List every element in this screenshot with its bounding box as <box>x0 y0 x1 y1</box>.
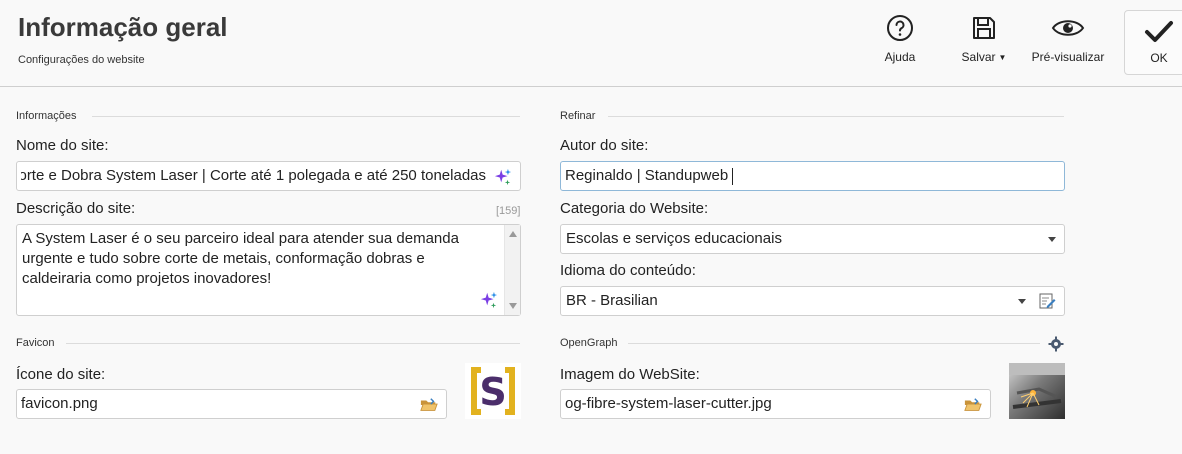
site-author-value: Reginaldo | Standupweb <box>565 167 729 184</box>
section-divider <box>66 343 520 344</box>
floppy-disk-icon <box>973 17 995 39</box>
site-author-label: Autor do site: <box>560 137 649 154</box>
gear-icon[interactable] <box>1048 336 1064 352</box>
content-language-label: Idioma do conteúdo: <box>560 262 696 279</box>
section-divider <box>608 116 1064 117</box>
site-author-input[interactable]: Reginaldo | Standupweb <box>560 161 1065 191</box>
help-button[interactable]: Ajuda <box>875 14 925 74</box>
textarea-scrollbar[interactable] <box>504 225 520 315</box>
open-folder-icon[interactable] <box>420 396 438 414</box>
website-category-label: Categoria do Website: <box>560 200 709 217</box>
site-description-textarea[interactable]: A System Laser é o seu parceiro ideal pa… <box>16 224 521 316</box>
ok-button[interactable]: OK <box>1124 10 1182 75</box>
character-counter: [159] <box>496 205 521 217</box>
page-subtitle: Configurações do website <box>18 54 145 66</box>
site-name-input[interactable]: Corte e Dobra System Laser | Corte até 1… <box>16 161 521 191</box>
text-cursor <box>732 167 734 185</box>
site-name-value: Corte e Dobra System Laser | Corte até 1… <box>21 167 486 184</box>
sparkles-icon[interactable] <box>494 168 512 186</box>
website-image-input[interactable]: og-fibre-system-laser-cutter.jpg <box>560 389 991 419</box>
save-button[interactable]: Salvar ▼ <box>956 14 1012 74</box>
website-image-value: og-fibre-system-laser-cutter.jpg <box>565 395 772 412</box>
site-icon-value: favicon.png <box>21 395 98 412</box>
content-language-select[interactable]: BR - Brasilian <box>560 286 1065 316</box>
edit-document-icon[interactable] <box>1038 292 1056 310</box>
site-description-value: A System Laser é o seu parceiro ideal pa… <box>22 230 459 287</box>
website-category-value: Escolas e serviços educacionais <box>566 230 782 247</box>
chevron-down-icon[interactable] <box>1048 237 1056 242</box>
save-label: Salvar <box>961 50 996 64</box>
scroll-up-icon[interactable] <box>509 231 517 237</box>
sparkles-icon[interactable] <box>480 291 498 309</box>
open-folder-icon[interactable] <box>964 396 982 414</box>
section-divider <box>92 116 520 117</box>
eye-icon <box>1051 20 1085 36</box>
preview-button[interactable]: Pré-visualizar <box>1028 14 1108 74</box>
page-title: Informação geral <box>18 12 228 42</box>
section-favicon: Favicon <box>16 337 55 349</box>
favicon-preview: S <box>465 363 521 419</box>
section-opengraph: OpenGraph <box>560 337 618 349</box>
help-circle-icon <box>887 15 913 41</box>
section-refinar: Refinar <box>560 110 596 122</box>
opengraph-image-preview <box>1009 363 1065 419</box>
page-header: Informação geral Configurações do websit… <box>0 0 1182 87</box>
section-informacoes: Informações <box>16 110 77 122</box>
site-description-label: Descrição do site: <box>16 200 136 217</box>
settings-page: Informação geral Configurações do websit… <box>0 0 1182 454</box>
help-label: Ajuda <box>884 50 916 64</box>
content-language-value: BR - Brasilian <box>566 292 658 309</box>
checkmark-icon <box>1145 21 1173 42</box>
chevron-down-icon: ▼ <box>998 53 1007 63</box>
site-icon-label: Ícone do site: <box>16 366 106 383</box>
preview-label: Pré-visualizar <box>1031 50 1105 64</box>
website-image-label: Imagem do WebSite: <box>560 366 700 383</box>
site-icon-input[interactable]: favicon.png <box>16 389 447 419</box>
scroll-down-icon[interactable] <box>509 303 517 309</box>
svg-text:S: S <box>479 370 506 414</box>
website-category-select[interactable]: Escolas e serviços educacionais <box>560 224 1065 254</box>
site-name-label: Nome do site: <box>16 137 109 154</box>
ok-label: OK <box>1150 51 1168 65</box>
chevron-down-icon[interactable] <box>1018 299 1026 304</box>
section-divider <box>628 343 1040 344</box>
